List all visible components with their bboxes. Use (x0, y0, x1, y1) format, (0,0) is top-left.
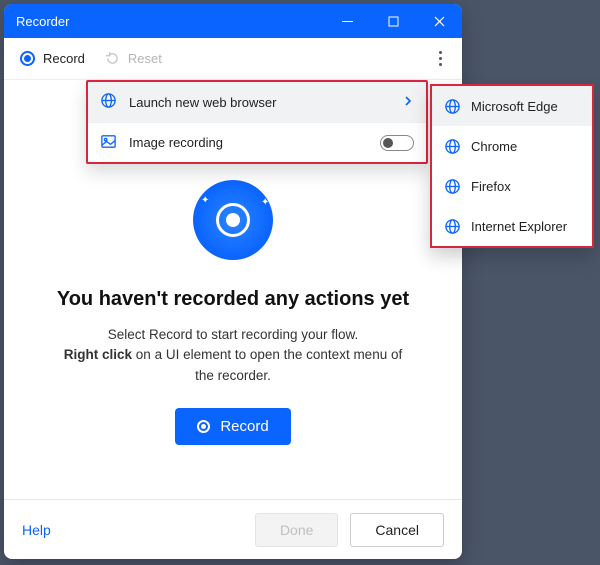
window-title: Recorder (16, 14, 324, 29)
body: Launch new web browser Image recording Y… (4, 80, 462, 499)
browser-option-ie[interactable]: Internet Explorer (432, 206, 592, 246)
more-menu-button[interactable] (426, 51, 454, 66)
record-icon (197, 420, 210, 433)
browser-option-edge[interactable]: Microsoft Edge (432, 86, 592, 126)
globe-icon (444, 98, 461, 115)
record-icon (20, 51, 35, 66)
reset-label: Reset (128, 51, 162, 66)
globe-icon (444, 178, 461, 195)
browser-option-chrome[interactable]: Chrome (432, 126, 592, 166)
menu-item-launch-browser[interactable]: Launch new web browser (88, 82, 426, 122)
menu-item-label: Image recording (129, 135, 223, 150)
browser-option-label: Microsoft Edge (471, 99, 558, 114)
browser-option-label: Chrome (471, 139, 517, 154)
record-graphic-icon (216, 203, 250, 237)
footer: Help Done Cancel (4, 499, 462, 559)
browser-option-firefox[interactable]: Firefox (432, 166, 592, 206)
empty-subtext: Select Record to start recording your fl… (53, 325, 413, 386)
reset-button[interactable]: Reset (105, 51, 162, 66)
actions-menu: Launch new web browser Image recording (86, 80, 428, 164)
maximize-button[interactable] (370, 4, 416, 38)
done-button: Done (255, 513, 338, 547)
cancel-button[interactable]: Cancel (350, 513, 444, 547)
menu-item-label: Launch new web browser (129, 95, 276, 110)
browser-option-label: Internet Explorer (471, 219, 567, 234)
recorder-window: Recorder Record Reset Launch (4, 4, 462, 559)
browser-option-label: Firefox (471, 179, 511, 194)
minimize-button[interactable] (324, 4, 370, 38)
hero-graphic (193, 180, 273, 260)
chevron-right-icon (402, 95, 414, 110)
titlebar: Recorder (4, 4, 462, 38)
image-recording-toggle[interactable] (380, 135, 414, 151)
close-button[interactable] (416, 4, 462, 38)
globe-icon (100, 92, 117, 112)
browser-submenu: Microsoft Edge Chrome Firefox Internet E… (430, 84, 594, 248)
record-label: Record (43, 51, 85, 66)
globe-icon (444, 138, 461, 155)
menu-item-image-recording[interactable]: Image recording (88, 122, 426, 162)
record-button[interactable]: Record (175, 408, 290, 445)
record-toggle[interactable]: Record (20, 51, 85, 66)
empty-headline: You haven't recorded any actions yet (57, 288, 409, 311)
image-icon (100, 133, 117, 153)
record-button-label: Record (220, 418, 268, 435)
help-link[interactable]: Help (22, 522, 51, 538)
toolbar: Record Reset (4, 38, 462, 80)
reset-icon (105, 51, 120, 66)
globe-icon (444, 218, 461, 235)
